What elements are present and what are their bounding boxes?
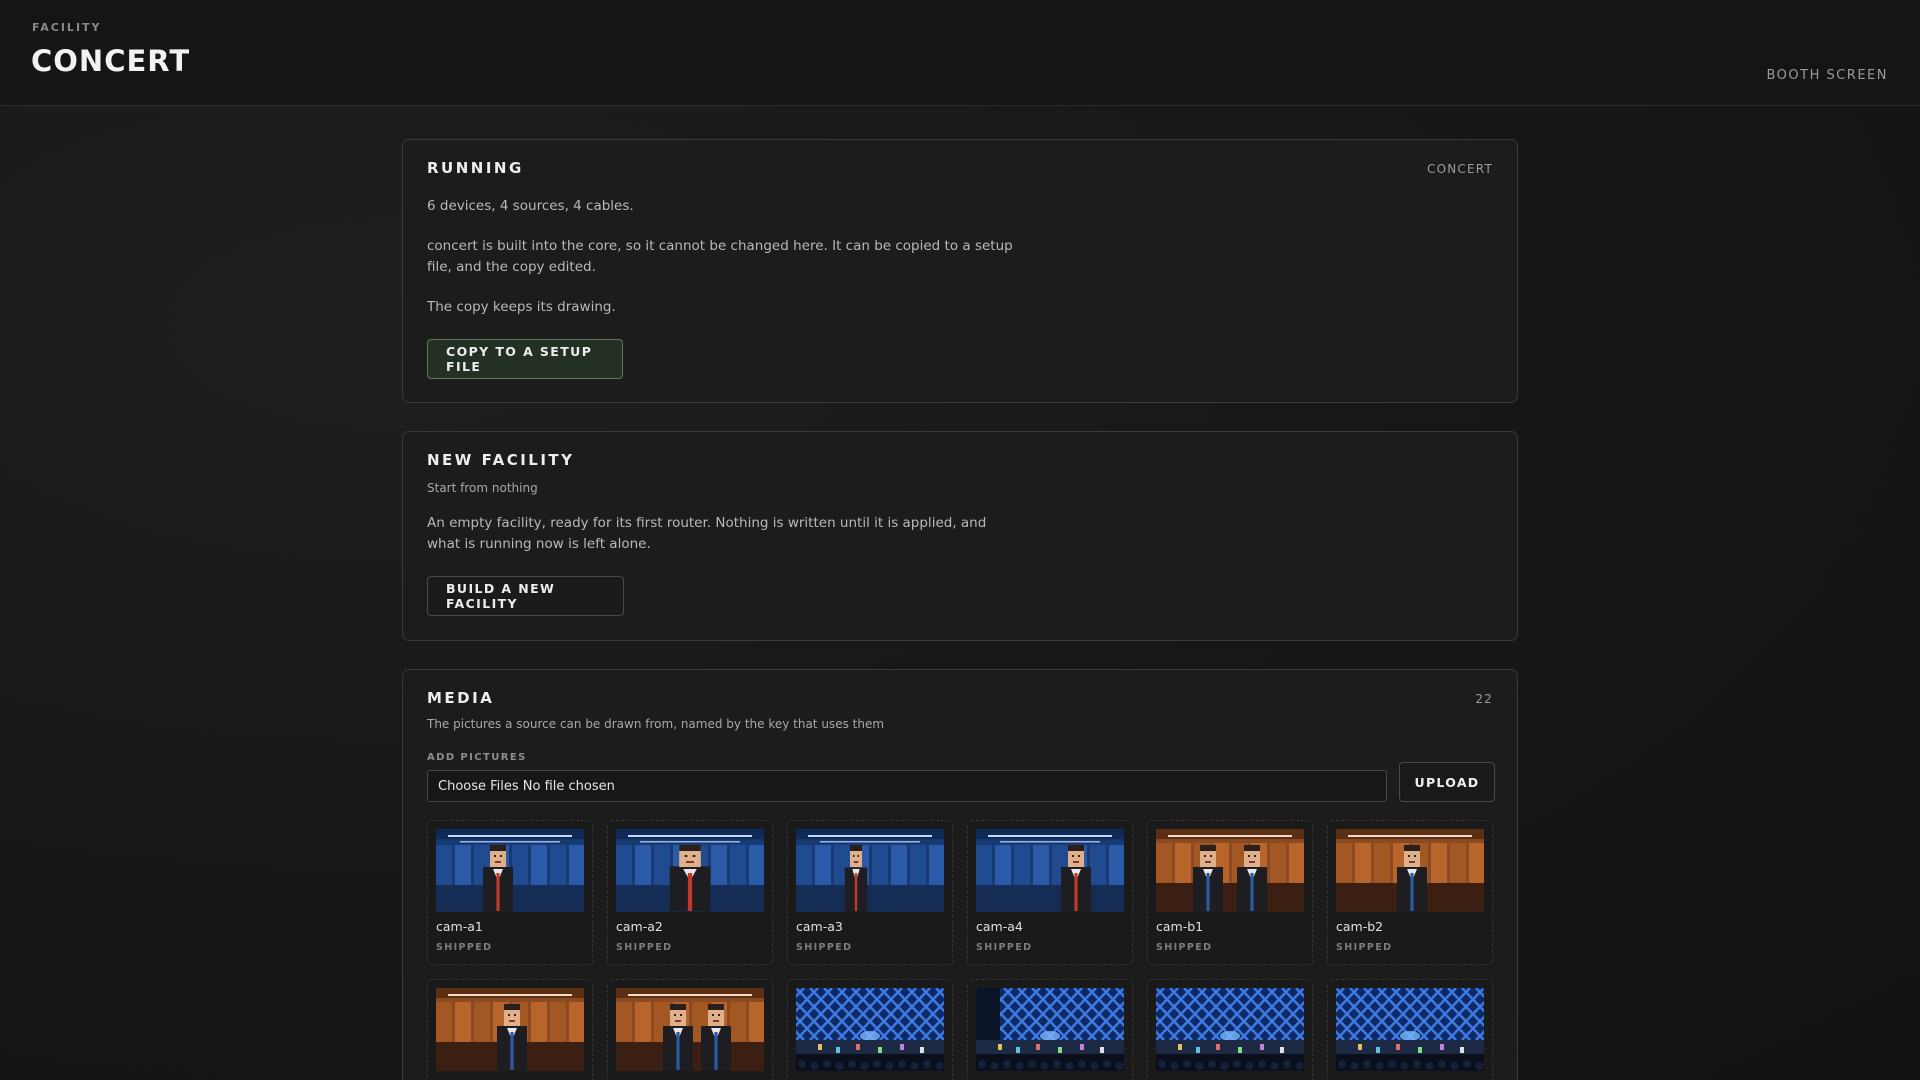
new-facility-panel: NEW FACILITY Start from nothing An empty…: [402, 431, 1518, 641]
builtin-note: concert is built into the core, so it ca…: [427, 238, 1013, 275]
media-grid: cam-a1 SHIPPED cam-a2 SHIPPED cam-a3 SHI…: [427, 820, 1493, 1080]
media-count: 22: [1475, 692, 1493, 706]
media-thumbnail: [1336, 829, 1484, 912]
media-thumbnail: [616, 829, 764, 912]
running-facility-tag: CONCERT: [1427, 162, 1493, 176]
media-tile[interactable]: [1147, 979, 1313, 1080]
top-bar: FACILITY CONCERT BOOTH SCREEN: [0, 0, 1920, 106]
media-name: cam-a3: [796, 919, 843, 934]
page-title: CONCERT: [31, 44, 191, 78]
media-thumbnail: [436, 829, 584, 912]
new-facility-heading: NEW FACILITY: [427, 451, 575, 469]
running-counts: 6 devices, 4 sources, 4 cables.: [427, 198, 634, 214]
media-tile[interactable]: [787, 979, 953, 1080]
build-new-facility-button[interactable]: BUILD A NEW FACILITY: [427, 576, 624, 616]
copy-to-setup-file-button[interactable]: COPY TO A SETUP FILE: [427, 339, 623, 379]
media-thumbnail: [616, 988, 764, 1071]
media-thumbnail: [976, 829, 1124, 912]
add-pictures-label: ADD PICTURES: [427, 752, 527, 763]
media-status: SHIPPED: [1156, 942, 1213, 953]
media-thumbnail: [436, 988, 584, 1071]
booth-screen-link[interactable]: BOOTH SCREEN: [1766, 68, 1888, 83]
media-status: SHIPPED: [436, 942, 493, 953]
media-tile[interactable]: cam-a4 SHIPPED: [967, 820, 1133, 965]
media-thumbnail: [1156, 829, 1304, 912]
media-name: cam-b1: [1156, 919, 1204, 934]
facility-eyebrow: FACILITY: [32, 21, 102, 34]
media-heading: MEDIA: [427, 689, 495, 707]
media-tile[interactable]: [607, 979, 773, 1080]
choose-files-input[interactable]: Choose Files No file chosen: [427, 770, 1387, 802]
media-thumbnail: [1336, 988, 1484, 1071]
media-tile[interactable]: [427, 979, 593, 1080]
media-name: cam-a2: [616, 919, 663, 934]
media-status: SHIPPED: [796, 942, 853, 953]
drawing-note: The copy keeps its drawing.: [427, 299, 616, 315]
media-tile[interactable]: [967, 979, 1133, 1080]
media-thumbnail: [796, 829, 944, 912]
media-tile[interactable]: cam-a2 SHIPPED: [607, 820, 773, 965]
media-thumbnail: [796, 988, 944, 1071]
media-panel: MEDIA 22 The pictures a source can be dr…: [402, 669, 1518, 1080]
media-tile[interactable]: cam-b1 SHIPPED: [1147, 820, 1313, 965]
running-panel: RUNNING CONCERT 6 devices, 4 sources, 4 …: [402, 139, 1518, 403]
media-name: cam-b2: [1336, 919, 1384, 934]
new-facility-description: An empty facility, ready for its first r…: [427, 515, 987, 552]
media-tile[interactable]: [1327, 979, 1493, 1080]
new-facility-subtitle: Start from nothing: [427, 481, 538, 495]
media-status: SHIPPED: [616, 942, 673, 953]
media-tile[interactable]: cam-b2 SHIPPED: [1327, 820, 1493, 965]
upload-button[interactable]: UPLOAD: [1399, 762, 1495, 802]
media-tile[interactable]: cam-a3 SHIPPED: [787, 820, 953, 965]
media-status: SHIPPED: [976, 942, 1033, 953]
running-heading: RUNNING: [427, 159, 524, 177]
media-subtitle: The pictures a source can be drawn from,…: [427, 717, 885, 731]
media-name: cam-a1: [436, 919, 483, 934]
media-tile[interactable]: cam-a1 SHIPPED: [427, 820, 593, 965]
media-name: cam-a4: [976, 919, 1023, 934]
media-status: SHIPPED: [1336, 942, 1393, 953]
media-thumbnail: [1156, 988, 1304, 1071]
media-thumbnail: [976, 988, 1124, 1071]
